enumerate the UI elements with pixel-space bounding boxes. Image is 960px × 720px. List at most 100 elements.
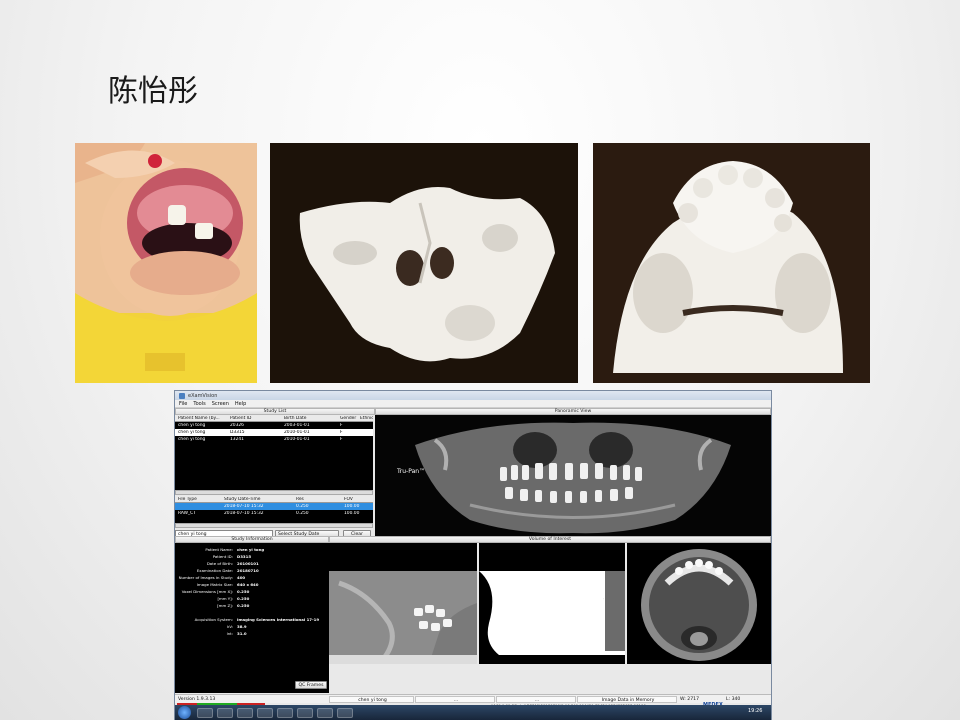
study-list-columns: Patient Name (by... Patient ID Birth Dat… — [175, 415, 373, 422]
menu-file[interactable]: File — [179, 401, 187, 407]
info-value: 0.250 — [237, 589, 250, 594]
study-list-table: Patient Name (by... Patient ID Birth Dat… — [175, 415, 373, 491]
study-info-panel: Patient Name: chen yi tong Patient ID: D33… — [175, 543, 329, 693]
app-icon — [179, 392, 185, 399]
col-patient-name[interactable]: Patient Name (by... — [175, 416, 227, 421]
cell-birth: 2003-01-01 — [284, 423, 310, 428]
info-value: 31.0 — [237, 631, 247, 636]
window-titlebar: eXamVision — [175, 391, 771, 400]
info-label: Number of Images in Study: — [178, 575, 233, 580]
file-list-table: File Type Study Date-Time Res FOV 2018-0… — [175, 496, 373, 524]
info-label: lnt: — [226, 631, 233, 636]
table-row[interactable]: RAW_CT 2018-07-10 15:32 0.250 100.00 — [175, 510, 373, 517]
table-row[interactable]: chen yi tong D3315 2010-01-01 F — [175, 429, 373, 436]
info-row: Date of Birth: 20100101 — [175, 561, 325, 566]
info-label: Acquisition System: — [194, 617, 233, 622]
cell-gender: F — [340, 423, 343, 428]
qc-frames-button[interactable]: QC Frames — [295, 681, 327, 689]
mouth-photo — [75, 143, 257, 383]
study-list-scrollbar[interactable] — [175, 490, 373, 495]
l-label: L: — [726, 697, 731, 702]
info-label: Voxel Dimensions [mm X]: — [181, 589, 233, 594]
taskbar-item[interactable] — [257, 708, 273, 718]
info-row: [mm Z]: 0.250 — [175, 603, 325, 608]
taskbar-item[interactable] — [237, 708, 253, 718]
w-label: W: — [680, 697, 686, 702]
info-row: lnt: 31.0 — [175, 631, 325, 636]
taskbar-item[interactable] — [337, 708, 353, 718]
window-level-readout: L: 340 — [724, 696, 768, 703]
voi-mask-view[interactable] — [479, 543, 625, 664]
table-row[interactable]: chen yi tong 13241 2010-01-01 F — [175, 436, 373, 443]
cell-fov: 100.00 — [344, 504, 360, 509]
info-row: Image Matrix Size: 640 x 640 — [175, 582, 325, 587]
col-res[interactable]: Res — [293, 497, 341, 502]
menu-screen[interactable]: Screen — [212, 401, 229, 407]
cell-res: 0.250 — [296, 511, 309, 516]
voi-sagittal-view[interactable] — [329, 543, 477, 666]
info-value: 38.9 — [237, 624, 247, 629]
start-button[interactable] — [178, 706, 191, 719]
l-value: 340 — [731, 697, 741, 702]
status-dots-1: ... — [415, 696, 495, 703]
info-value: D3315 — [237, 554, 252, 559]
info-row: Examination Date: 20180710 — [175, 568, 325, 573]
cell-name: chen yi tong — [178, 437, 206, 442]
info-value: 20100101 — [237, 561, 259, 566]
cell-id: 13241 — [230, 437, 244, 442]
info-row: Acquisition System: Imaging Sciences Inte… — [175, 617, 325, 622]
status-dots-2: ... — [496, 696, 576, 703]
cell-id: 20326 — [230, 423, 244, 428]
menu-help[interactable]: Help — [235, 401, 246, 407]
cell-name: chen yi tong — [178, 423, 206, 428]
col-birth-date[interactable]: Birth Date — [281, 416, 337, 421]
taskbar-item[interactable] — [317, 708, 333, 718]
cell-id: D3315 — [230, 430, 245, 435]
info-label: kV: — [227, 624, 233, 629]
skull-model-photo-front — [270, 143, 578, 383]
cell-gender: F — [340, 437, 343, 442]
col-patient-id[interactable]: Patient ID — [227, 416, 281, 421]
file-list-columns: File Type Study Date-Time Res FOV — [175, 496, 373, 503]
info-label: Examination Date: — [196, 568, 233, 573]
voi-axial-view[interactable] — [627, 543, 771, 664]
info-label: [mm Z]: — [217, 603, 233, 608]
study-info-header: Study Information — [175, 536, 329, 543]
col-ethnic[interactable]: Ethnic — [357, 416, 373, 421]
menu-tools[interactable]: Tools — [193, 401, 205, 407]
windows-taskbar: 19:26 — [175, 705, 771, 720]
info-row: Patient ID: D3315 — [175, 554, 325, 559]
info-value: 640 x 640 — [237, 582, 259, 587]
info-value: Imaging Sciences International 17-19 — [237, 617, 320, 622]
taskbar-item[interactable] — [297, 708, 313, 718]
col-study-date[interactable]: Study Date-Time — [221, 497, 293, 502]
info-label: [mm Y]: — [217, 596, 233, 601]
clock: 19:26 — [748, 708, 763, 714]
tru-pan-label: Tru-Pan™ — [396, 468, 425, 475]
info-value: 20180710 — [237, 568, 259, 573]
cell-res: 0.250 — [296, 504, 309, 509]
taskbar-item[interactable] — [197, 708, 213, 718]
cell-name: chen yi tong — [178, 430, 206, 435]
dental-software-window: eXamVision File Tools Screen Help Study … — [174, 390, 772, 720]
cell-fov: 100.00 — [344, 511, 360, 516]
version-label: Version 1.9.3.13 — [178, 697, 216, 702]
taskbar-item[interactable] — [277, 708, 293, 718]
file-list-scrollbar[interactable] — [175, 523, 373, 528]
panoramic-view-header: Panoramic View — [375, 408, 771, 415]
table-row[interactable]: 2018-07-10 15:32 0.250 100.00 — [175, 503, 373, 510]
status-bar: Version 1.9.3.13 chen yi tong ... ... Im… — [175, 694, 771, 703]
info-value: 0.250 — [237, 596, 250, 601]
col-fov[interactable]: FOV — [341, 497, 371, 502]
cell-date: 2018-07-10 15:32 — [224, 504, 264, 509]
panoramic-image[interactable]: Tru-Pan™ — [375, 415, 771, 536]
taskbar-item[interactable] — [217, 708, 233, 718]
col-file-type[interactable]: File Type — [175, 497, 221, 502]
menu-bar: File Tools Screen Help — [175, 400, 771, 408]
col-gender[interactable]: Gender — [337, 416, 357, 421]
window-title: eXamVision — [188, 392, 218, 399]
table-row[interactable]: chen yi tong 20326 2003-01-01 F — [175, 422, 373, 429]
info-value: 0.250 — [237, 603, 250, 608]
info-row: Voxel Dimensions [mm X]: 0.250 — [175, 589, 325, 594]
maxilla-model-photo — [593, 143, 870, 383]
